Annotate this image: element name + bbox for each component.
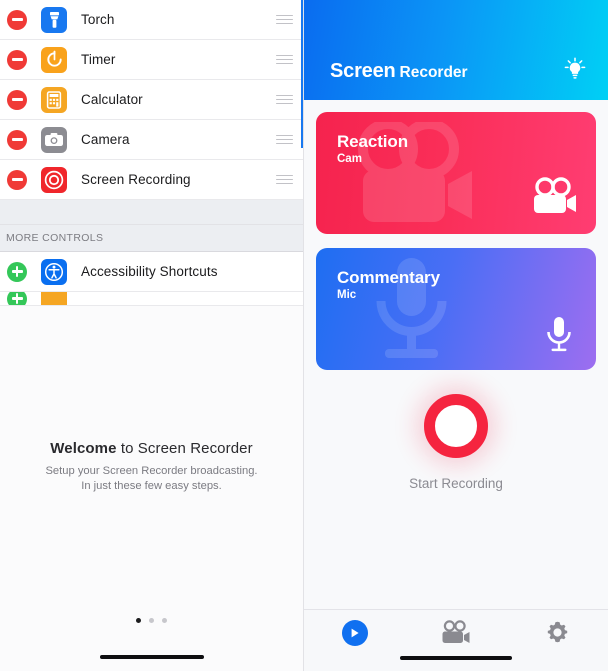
screen-recording-icon: [41, 166, 67, 193]
welcome-message: Welcome to Screen Recorder Setup your Sc…: [0, 440, 303, 494]
app-title-bold: Screen: [330, 60, 396, 82]
drag-handle[interactable]: [276, 54, 293, 65]
page-dot-1[interactable]: [136, 618, 141, 623]
control-label: Calculator: [81, 92, 143, 107]
camera-icon: [41, 126, 67, 153]
page-dot-3[interactable]: [162, 618, 167, 623]
welcome-title-bold: Welcome: [50, 440, 117, 457]
included-controls-list: Torch Timer Calculator Camera Screen Rec…: [0, 0, 303, 200]
remove-control-button[interactable]: [7, 169, 27, 190]
bottom-tab-bar: [304, 609, 608, 671]
control-row-accessibility-shortcuts[interactable]: Accessibility Shortcuts: [0, 252, 303, 292]
microphone-icon[interactable]: [544, 315, 574, 358]
play-icon[interactable]: [341, 620, 368, 646]
timer-icon: [41, 46, 67, 73]
app-title: Screen Recorder: [330, 60, 468, 83]
screen-recorder-app-panel: Screen Recorder Reaction Cam Commentary …: [304, 0, 608, 671]
tab-settings[interactable]: [507, 620, 608, 650]
gear-icon[interactable]: [545, 620, 570, 650]
drag-handle[interactable]: [276, 94, 293, 105]
control-row-torch[interactable]: Torch: [0, 0, 303, 40]
reaction-cam-card[interactable]: Reaction Cam: [316, 112, 596, 234]
calculator-icon: [41, 86, 67, 113]
drag-handle[interactable]: [276, 14, 293, 25]
home-indicator: [99, 655, 204, 659]
drag-handle[interactable]: [276, 134, 293, 145]
section-spacer: [0, 200, 303, 225]
add-control-button[interactable]: [7, 292, 27, 305]
card-title: Reaction: [337, 132, 408, 151]
mode-cards: Reaction Cam Commentary Mic: [304, 100, 608, 384]
home-indicator: [400, 655, 512, 660]
card-title: Commentary: [337, 268, 440, 287]
control-row-timer[interactable]: Timer: [0, 40, 303, 80]
app-header: Screen Recorder: [304, 0, 608, 100]
control-row-screen-recording[interactable]: Screen Recording: [0, 160, 303, 200]
welcome-subtitle: Setup your Screen Recorder broadcasting.…: [0, 464, 303, 494]
torch-icon: [41, 6, 67, 33]
remove-control-button[interactable]: [7, 49, 27, 70]
control-row-camera[interactable]: Camera: [0, 120, 303, 160]
record-section: Start Recording: [304, 384, 608, 609]
tab-record[interactable]: [304, 620, 405, 646]
welcome-title: Welcome to Screen Recorder: [0, 440, 303, 457]
page-dot-2[interactable]: [149, 618, 154, 623]
drag-handle[interactable]: [276, 174, 293, 185]
control-label: Timer: [81, 52, 116, 67]
control-label: Torch: [81, 12, 115, 27]
accessibility-icon: [41, 258, 67, 285]
control-label: Screen Recording: [81, 172, 191, 187]
page-indicator[interactable]: [0, 618, 303, 623]
dual-screenshot-container: Torch Timer Calculator Camera Screen Rec…: [0, 0, 608, 671]
control-row-partial[interactable]: [0, 292, 303, 306]
video-camera-icon[interactable]: [441, 620, 471, 650]
tab-videos[interactable]: [405, 620, 506, 650]
welcome-line-1: Setup your Screen Recorder broadcasting.: [45, 465, 258, 477]
control-label: Camera: [81, 132, 130, 147]
remove-control-button[interactable]: [7, 129, 27, 150]
app-title-light: Recorder: [399, 64, 468, 81]
lightbulb-icon[interactable]: [560, 55, 590, 85]
control-label: Accessibility Shortcuts: [81, 264, 218, 279]
add-control-button[interactable]: [7, 261, 27, 282]
remove-control-button[interactable]: [7, 89, 27, 110]
partial-app-icon: [41, 292, 67, 305]
control-row-calculator[interactable]: Calculator: [0, 80, 303, 120]
more-controls-title: MORE CONTROLS: [6, 232, 104, 244]
card-subtitle: Cam: [337, 153, 362, 165]
control-center-settings-panel: Torch Timer Calculator Camera Screen Rec…: [0, 0, 304, 671]
welcome-line-2: In just these few easy steps.: [81, 480, 222, 492]
welcome-title-rest: to Screen Recorder: [116, 440, 253, 457]
remove-control-button[interactable]: [7, 9, 27, 30]
more-controls-header: MORE CONTROLS: [0, 225, 303, 252]
card-subtitle: Mic: [337, 289, 357, 301]
video-camera-icon[interactable]: [532, 177, 578, 220]
commentary-mic-card[interactable]: Commentary Mic: [316, 248, 596, 370]
scroll-indicator[interactable]: [300, 0, 303, 148]
start-recording-button[interactable]: [424, 394, 488, 458]
start-recording-label: Start Recording: [409, 476, 503, 491]
